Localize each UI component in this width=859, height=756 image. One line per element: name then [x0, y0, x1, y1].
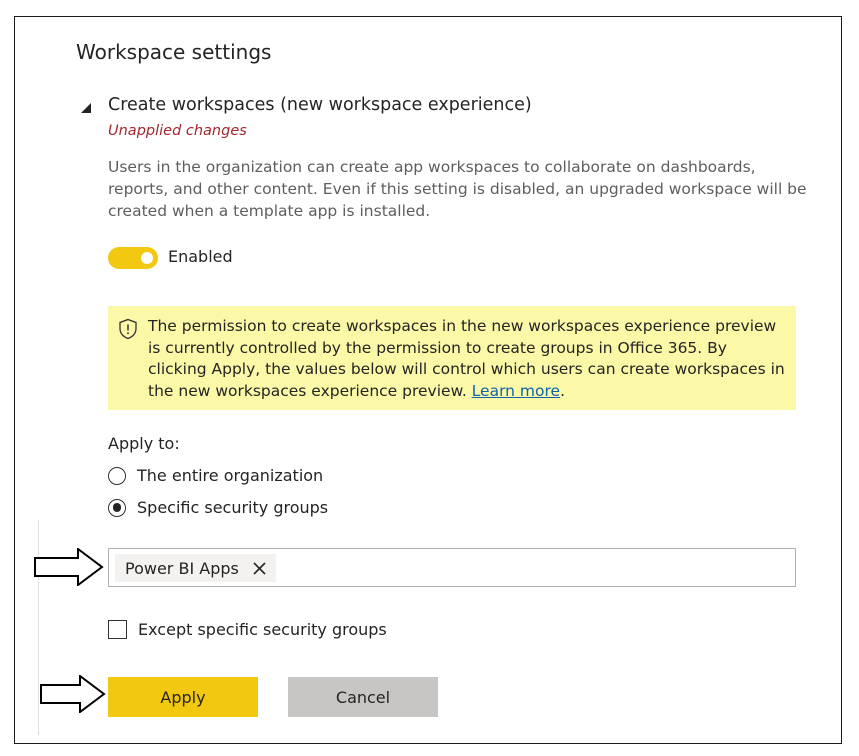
triangle-down-icon[interactable] [80, 99, 92, 118]
toggle-knob [141, 252, 153, 264]
warning-text: The permission to create workspaces in t… [148, 316, 788, 402]
security-groups-input[interactable]: Power BI Apps [108, 548, 796, 587]
unapplied-changes-label: Unapplied changes [108, 123, 247, 139]
warning-message: The permission to create workspaces in t… [148, 317, 785, 400]
section-title[interactable]: Create workspaces (new workspace experie… [108, 95, 532, 115]
arrow-right-icon [34, 547, 104, 590]
checkbox-label: Except specific security groups [138, 620, 387, 639]
except-groups-checkbox[interactable] [108, 620, 127, 639]
chip-label: Power BI Apps [125, 558, 239, 578]
toggle-label: Enabled [168, 247, 233, 266]
panel-title: Workspace settings [76, 40, 272, 64]
radio-label: The entire organization [137, 466, 324, 485]
radio-entire-organization[interactable]: The entire organization [108, 466, 323, 485]
radio-button[interactable] [108, 466, 126, 485]
radio-label: Specific security groups [137, 498, 329, 517]
radio-specific-security-groups[interactable]: Specific security groups [108, 498, 328, 517]
shield-icon [118, 318, 138, 344]
apply-to-label: Apply to: [108, 434, 180, 453]
cancel-button[interactable]: Cancel [288, 677, 438, 717]
warning-banner: The permission to create workspaces in t… [108, 306, 796, 410]
except-groups-checkbox-row[interactable]: Except specific security groups [108, 620, 387, 639]
learn-more-link[interactable]: Learn more [472, 382, 560, 400]
enabled-toggle[interactable] [108, 247, 158, 269]
apply-button[interactable]: Apply [108, 677, 258, 717]
close-icon[interactable] [253, 561, 266, 575]
warning-trailing: . [560, 381, 566, 400]
radio-button-selected[interactable] [108, 498, 126, 517]
section-description: Users in the organization can create app… [108, 158, 807, 220]
arrow-right-icon [40, 674, 106, 717]
group-chip: Power BI Apps [115, 554, 276, 582]
